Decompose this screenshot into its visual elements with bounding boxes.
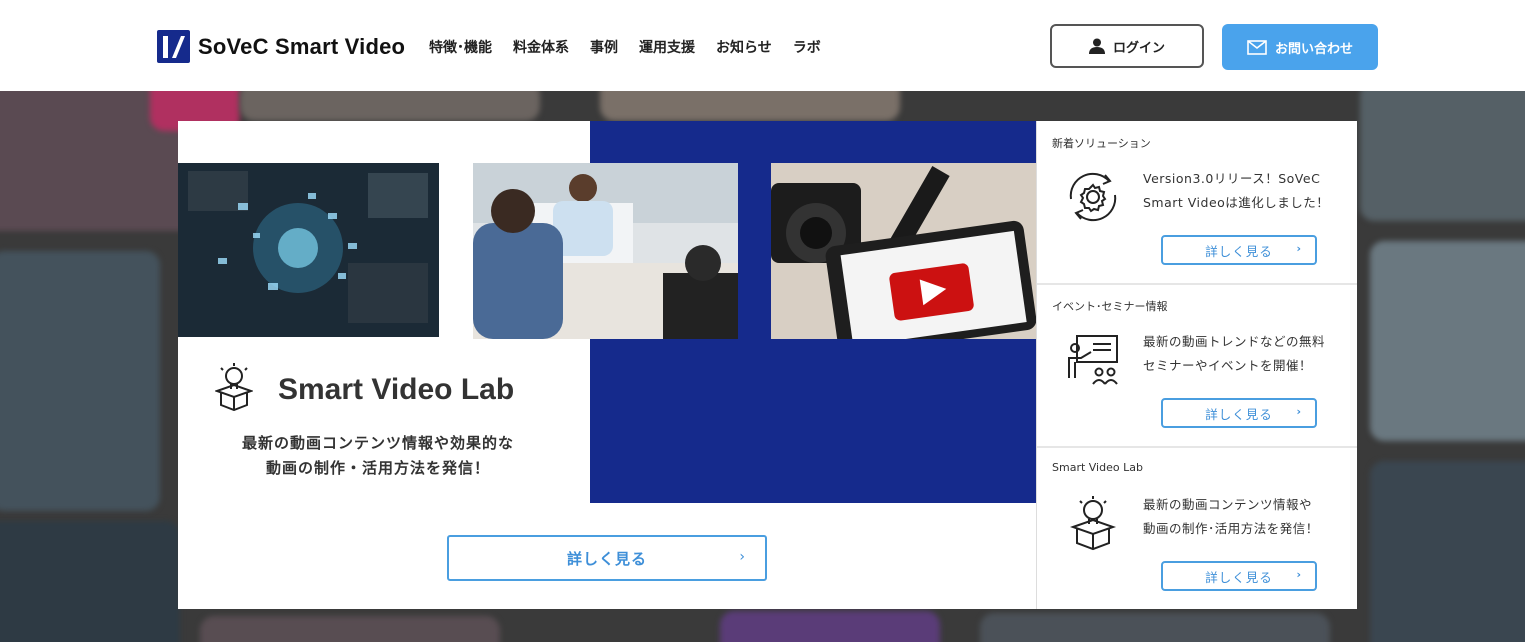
- side-more-button[interactable]: 詳しく見る ›: [1161, 398, 1317, 428]
- side-item-event-seminar: イベント･セミナー情報 最新の動画トレンドなどの無料 セミナーやイベントを開催！…: [1037, 284, 1357, 448]
- lab-title: Smart Video Lab: [278, 373, 515, 406]
- chevron-right-icon: ›: [1296, 568, 1301, 581]
- main-more-button[interactable]: 詳しく見る ›: [447, 535, 767, 581]
- digital-network-photo: [178, 163, 439, 337]
- side-item-smart-video-lab: Smart Video Lab 最新の動画コンテンツ情報や 動画の制作･活用方法…: [1037, 447, 1357, 609]
- chevron-right-icon: ›: [1296, 405, 1301, 418]
- side-item-text: 最新の動画トレンドなどの無料 セミナーやイベントを開催！: [1143, 330, 1348, 378]
- side-more-label: 詳しく見る: [1205, 243, 1273, 259]
- contact-button[interactable]: お問い合わせ: [1222, 24, 1378, 70]
- login-button[interactable]: ログイン: [1050, 24, 1204, 68]
- side-item-text-line2: セミナーやイベントを開催！: [1143, 358, 1313, 373]
- gear-refresh-icon: [1069, 172, 1117, 222]
- side-item-text-line1: 最新の動画コンテンツ情報や: [1143, 497, 1313, 512]
- chevron-right-icon: ›: [1296, 242, 1301, 255]
- login-label: ログイン: [1112, 40, 1165, 56]
- site-header: SoVeC Smart Video 特徴･機能 料金体系 事例 運用支援 お知ら…: [0, 0, 1525, 91]
- side-item-text: Version3.0リリース！SoVeC Smart Videoは進化しました！: [1143, 167, 1348, 215]
- main-more-label: 詳しく見る: [566, 549, 647, 568]
- side-item-category: イベント･セミナー情報: [1052, 300, 1168, 313]
- nav-item-pricing[interactable]: 料金体系: [513, 37, 569, 57]
- contact-label: お問い合わせ: [1274, 41, 1353, 57]
- mail-icon: [1247, 39, 1267, 55]
- nav-item-support[interactable]: 運用支援: [639, 37, 695, 57]
- side-item-category: 新着ソリューション: [1052, 137, 1151, 150]
- chevron-right-icon: ›: [739, 549, 745, 565]
- side-item-text-line1: 最新の動画トレンドなどの無料: [1143, 334, 1326, 349]
- logo-text: SoVeC Smart Video: [198, 33, 406, 59]
- side-more-button[interactable]: 詳しく見る ›: [1161, 235, 1317, 265]
- user-icon: [1088, 38, 1105, 54]
- side-item-new-solution: 新着ソリューション Version3.0リリース！SoVeC Smart Vid…: [1037, 121, 1357, 285]
- camera-tablet-photo: [771, 163, 1036, 339]
- side-more-label: 詳しく見る: [1205, 569, 1273, 585]
- nav-item-cases[interactable]: 事例: [590, 37, 618, 57]
- lightbulb-box-icon: [215, 363, 253, 411]
- nav-item-features[interactable]: 特徴･機能: [429, 37, 492, 57]
- side-more-button[interactable]: 詳しく見る ›: [1161, 561, 1317, 591]
- side-item-text: 最新の動画コンテンツ情報や 動画の制作･活用方法を発信！: [1143, 493, 1348, 541]
- side-panel: 新着ソリューション Version3.0リリース！SoVeC Smart Vid…: [1036, 121, 1357, 609]
- lightbulb-box-icon: [1069, 496, 1117, 551]
- lab-description-line1: 最新の動画コンテンツ情報や効果的な: [241, 434, 514, 452]
- interview-photo: [473, 163, 738, 339]
- main-nav: 特徴･機能 料金体系 事例 運用支援 お知らせ ラボ: [429, 37, 842, 57]
- lab-description: 最新の動画コンテンツ情報や効果的な 動画の制作・活用方法を発信！: [218, 431, 538, 481]
- side-item-text-line2: 動画の制作･活用方法を発信！: [1143, 521, 1319, 536]
- side-item-category: Smart Video Lab: [1052, 461, 1143, 474]
- logo-mark-icon: [157, 30, 190, 63]
- lab-description-line2: 動画の制作・活用方法を発信！: [265, 459, 490, 477]
- side-item-text-line1: Version3.0リリース！SoVeC: [1143, 171, 1321, 186]
- logo[interactable]: SoVeC Smart Video: [157, 30, 405, 63]
- lab-feature-card: Smart Video Lab 最新の動画コンテンツ情報や効果的な 動画の制作・…: [178, 121, 1036, 609]
- nav-item-lab[interactable]: ラボ: [793, 37, 821, 57]
- side-more-label: 詳しく見る: [1205, 406, 1273, 422]
- presentation-icon: [1068, 335, 1118, 385]
- nav-item-news[interactable]: お知らせ: [716, 37, 772, 57]
- side-item-text-line2: Smart Videoは進化しました！: [1143, 195, 1330, 210]
